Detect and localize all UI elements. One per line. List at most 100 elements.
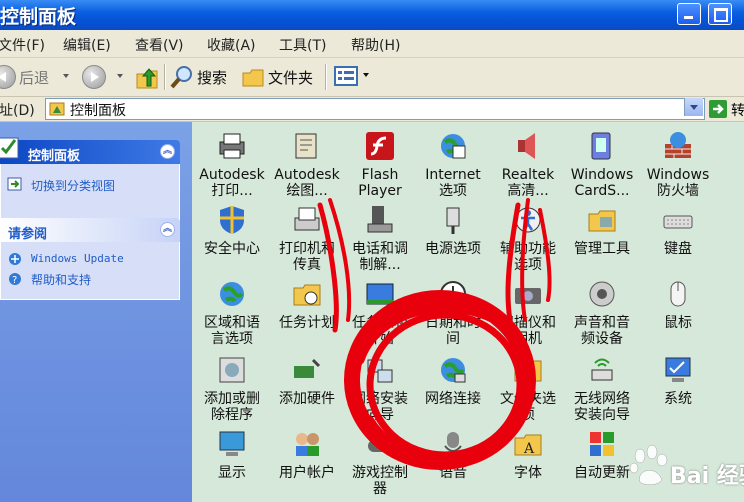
menu-help[interactable]: 帮助(H) (351, 35, 400, 55)
control-panel-item[interactable]: Autodesk 绘图... (271, 130, 343, 199)
control-panel-item[interactable]: 游戏控制 器 (344, 428, 416, 497)
control-panel-item[interactable]: Autodesk 打印... (196, 130, 268, 199)
item-label: 任务计划 (279, 315, 335, 331)
cardspace-icon (586, 130, 618, 162)
title-bar[interactable]: 控制面板 (0, 0, 744, 30)
control-panel-item[interactable]: 添加或删 除程序 (196, 354, 268, 423)
search-button[interactable]: 搜索 (197, 67, 227, 88)
control-panel-item[interactable]: 日期和时 间 (417, 278, 489, 347)
help-support-link[interactable]: 帮助和支持 (31, 271, 91, 288)
control-panel-item[interactable]: Windows CardS... (566, 130, 638, 199)
control-panel-item[interactable]: 用户帐户 (271, 428, 343, 481)
network-connections-icon (437, 354, 469, 386)
control-panel-item[interactable]: 网络连接 (417, 354, 489, 407)
control-panel-item[interactable]: 系统 (642, 354, 714, 407)
section-header[interactable]: 请参阅 ︽ (0, 218, 180, 242)
minimize-button[interactable] (677, 3, 701, 25)
control-panel-item[interactable]: 任务栏和 开始 (344, 278, 416, 347)
go-button[interactable]: 转 (731, 100, 744, 120)
back-arrow-icon[interactable] (0, 65, 16, 89)
control-panel-item[interactable]: 鼠标 (642, 278, 714, 331)
item-label: 辅助功能 选项 (500, 241, 556, 273)
control-panel-item[interactable]: 管理工具 (566, 204, 638, 257)
item-label: 任务栏和 开始 (352, 315, 408, 347)
windows-update-icon (9, 253, 21, 265)
folders-button[interactable]: 文件夹 (268, 67, 313, 88)
control-panel-item[interactable]: 显示 (196, 428, 268, 481)
menu-view[interactable]: 查看(V) (135, 35, 184, 55)
control-panel-item[interactable]: Realtek 高清... (492, 130, 564, 199)
control-panel-small-icon (49, 102, 65, 116)
address-input[interactable]: 控制面板 (45, 98, 705, 120)
windows-update-link[interactable]: Windows Update (31, 252, 124, 265)
forward-dropdown-icon[interactable] (117, 74, 123, 78)
control-panel-item[interactable]: 扫描仪和 相机 (492, 278, 564, 347)
control-panel-item[interactable]: 辅助功能 选项 (492, 204, 564, 273)
control-panel-item[interactable]: 任务计划 (271, 278, 343, 331)
toolbar-separator (164, 64, 165, 90)
folders-icon[interactable] (241, 65, 265, 89)
control-panel-item[interactable]: 网络安装 向导 (344, 354, 416, 423)
back-button-label[interactable]: 后退 (19, 67, 49, 88)
window-title: 控制面板 (0, 6, 77, 28)
control-panel-item[interactable]: 声音和音 频设备 (566, 278, 638, 347)
control-panel-item[interactable]: 区域和语 言选项 (196, 278, 268, 347)
go-arrow-icon[interactable] (709, 100, 727, 118)
search-icon[interactable] (170, 64, 194, 90)
power-icon (437, 204, 469, 236)
control-panel-item[interactable]: 电话和调 制解... (344, 204, 416, 273)
add-remove-icon (216, 354, 248, 386)
phone-modem-icon (364, 204, 396, 236)
section-title: 控制面板 (28, 149, 81, 164)
wireless-icon (586, 354, 618, 386)
system-icon (662, 354, 694, 386)
item-label: 添加或删 除程序 (204, 391, 260, 423)
control-panel-item[interactable]: 安全中心 (196, 204, 268, 257)
scheduled-tasks-icon (291, 278, 323, 310)
item-label: 键盘 (664, 241, 692, 257)
network-setup-icon (364, 354, 396, 386)
plotter-icon (291, 130, 323, 162)
control-panel-item[interactable]: 打印机和 传真 (271, 204, 343, 273)
back-dropdown-icon[interactable] (63, 74, 69, 78)
maximize-button[interactable] (708, 3, 732, 25)
control-panel-item[interactable]: Internet 选项 (417, 130, 489, 199)
watermark-text: Bai 经验 (670, 464, 744, 489)
views-dropdown-icon[interactable] (363, 73, 369, 77)
svg-text:A: A (523, 441, 535, 457)
control-panel-item[interactable]: A 字体 (492, 428, 564, 481)
switch-category-view-link[interactable]: 切换到分类视图 (31, 177, 115, 194)
control-panel-item[interactable]: Windows 防火墙 (642, 130, 714, 199)
globe-icon (216, 278, 248, 310)
collapse-chevron-icon[interactable]: ︽ (160, 144, 175, 159)
section-header[interactable]: 控制面板 ︽ (0, 137, 180, 164)
item-label: Windows CardS... (570, 167, 634, 199)
item-label: 扫描仪和 相机 (500, 315, 556, 347)
control-panel-item[interactable]: Flash Player (344, 130, 416, 199)
add-hardware-icon (291, 354, 323, 386)
control-panel-item[interactable]: 键盘 (642, 204, 714, 257)
category-view-icon (7, 177, 22, 191)
collapse-chevron-icon[interactable]: ︽ (160, 222, 175, 237)
item-label: 用户帐户 (279, 465, 335, 481)
control-panel-item[interactable]: 语音 (417, 428, 489, 481)
accessibility-icon (512, 204, 544, 236)
user-accounts-icon (291, 428, 323, 460)
views-icon[interactable] (334, 65, 360, 89)
control-panel-item[interactable]: 无线网络 安装向导 (566, 354, 638, 423)
control-panel-item[interactable]: 文件夹选 项 (492, 354, 564, 423)
forward-arrow-icon[interactable] (82, 65, 106, 89)
item-label: Autodesk 打印... (199, 167, 265, 199)
control-panel-item[interactable]: 添加硬件 (271, 354, 343, 407)
up-folder-icon[interactable] (135, 64, 159, 90)
item-label: 区域和语 言选项 (204, 315, 260, 347)
menu-tools[interactable]: 工具(T) (279, 35, 326, 55)
menu-edit[interactable]: 编辑(E) (63, 35, 111, 55)
menu-favorites[interactable]: 收藏(A) (207, 35, 256, 55)
item-label: 语音 (439, 465, 467, 481)
address-dropdown-icon[interactable] (684, 98, 703, 116)
menu-file[interactable]: 文件(F) (0, 35, 45, 55)
item-label: 文件夹选 项 (500, 391, 556, 423)
control-panel-item[interactable]: 电源选项 (417, 204, 489, 257)
section-body: 切换到分类视图 (0, 164, 180, 222)
